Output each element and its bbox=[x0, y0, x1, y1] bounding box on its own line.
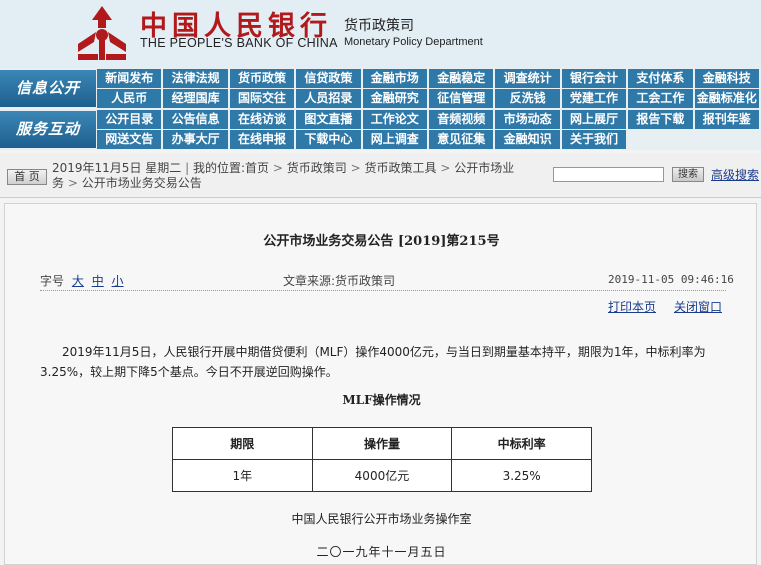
search-button[interactable]: 搜索 bbox=[672, 167, 704, 182]
nav-item[interactable]: 工作论文 bbox=[362, 110, 427, 129]
nav-item[interactable]: 下载中心 bbox=[296, 130, 361, 149]
nav-item[interactable]: 网上展厅 bbox=[561, 110, 627, 129]
print-page-link[interactable]: 打印本页 bbox=[608, 298, 656, 315]
font-size-label: 字号 bbox=[40, 274, 65, 288]
nav-item[interactable]: 法律法规 bbox=[163, 69, 228, 88]
nav-item[interactable]: 反洗钱 bbox=[495, 89, 560, 108]
nav-item[interactable]: 报告下载 bbox=[628, 110, 693, 129]
location-label: 我的位置: bbox=[192, 161, 246, 175]
main-nav: 信息公开 新闻发布 法律法规 货币政策 信贷政策 金融市场 金融稳定 调查统计 银行会计 支付体… bbox=[0, 68, 761, 150]
current-weekday: 星期二 bbox=[145, 161, 182, 175]
breadcrumb-item[interactable]: 首页 bbox=[245, 161, 269, 175]
signature-date: 二〇一九年十一月五日 bbox=[316, 545, 447, 559]
nav-item[interactable]: 在线访谈 bbox=[229, 110, 295, 129]
table-row: 1年 4000亿元 3.25% bbox=[172, 459, 592, 492]
nav-item[interactable]: 金融市场 bbox=[362, 69, 427, 88]
font-size-large[interactable]: 大 bbox=[72, 274, 84, 288]
mlf-table: 期限 操作量 中标利率 1年 4000亿元 3.25% bbox=[172, 427, 592, 492]
site-title-en: THE PEOPLE'S BANK OF CHINA bbox=[140, 36, 338, 50]
nav-item[interactable]: 网送文告 bbox=[97, 130, 162, 149]
home-button[interactable]: 首 页 bbox=[7, 169, 47, 185]
department-title-cn[interactable]: 货币政策司 bbox=[344, 15, 414, 35]
nav-items: 公开目录 公告信息 在线访谈 图文直播 工作论文 音频视频 市场动态 网上展厅 报告下载 报刊年鉴… bbox=[97, 110, 761, 150]
breadcrumb-item[interactable]: 货币政策司 bbox=[287, 161, 347, 175]
nav-item[interactable]: 支付体系 bbox=[628, 69, 693, 88]
nav-group-service: 服务互动 公开目录 公告信息 在线访谈 图文直播 工作论文 音频视频 市场动态 网上展厅 报告下… bbox=[0, 109, 761, 150]
nav-item[interactable]: 公开目录 bbox=[97, 110, 162, 129]
table-header: 期限 bbox=[172, 427, 313, 460]
nav-item[interactable]: 人员招录 bbox=[296, 89, 361, 108]
nav-item[interactable]: 公告信息 bbox=[163, 110, 228, 129]
nav-group-label: 信息公开 bbox=[0, 70, 96, 107]
nav-item[interactable]: 调查统计 bbox=[495, 69, 560, 88]
nav-item[interactable]: 图文直播 bbox=[296, 110, 361, 129]
nav-item[interactable]: 金融研究 bbox=[362, 89, 427, 108]
table-cell: 1年 bbox=[172, 459, 313, 492]
pboc-emblem-icon[interactable] bbox=[70, 2, 134, 62]
nav-item[interactable]: 银行会计 bbox=[561, 69, 627, 88]
nav-item[interactable]: 人民币 bbox=[97, 89, 162, 108]
nav-item[interactable]: 在线申报 bbox=[229, 130, 295, 149]
article-timestamp: 2019-11-05 09:46:16 bbox=[608, 273, 734, 286]
nav-item[interactable]: 办事大厅 bbox=[163, 130, 228, 149]
nav-group-label: 服务互动 bbox=[0, 111, 96, 148]
nav-item[interactable]: 网上调查 bbox=[362, 130, 427, 149]
table-cell: 4000亿元 bbox=[311, 459, 453, 492]
table-header: 中标利率 bbox=[451, 427, 592, 460]
nav-item[interactable]: 货币政策 bbox=[229, 69, 295, 88]
nav-item[interactable]: 党建工作 bbox=[561, 89, 627, 108]
divider bbox=[40, 290, 726, 291]
font-size-controls: 字号 大 中 小 bbox=[40, 272, 124, 289]
nav-item[interactable]: 信贷政策 bbox=[296, 69, 361, 88]
table-header-row: 期限 操作量 中标利率 bbox=[172, 427, 592, 460]
nav-item[interactable]: 金融稳定 bbox=[429, 69, 494, 88]
breadcrumb: 2019年11月5日 星期二 | 我的位置:首页 > 货币政策司 > 货币政策工… bbox=[52, 161, 515, 190]
font-size-small[interactable]: 小 bbox=[112, 274, 124, 288]
department-title-en: Monetary Policy Department bbox=[344, 36, 483, 48]
nav-item[interactable]: 关于我们 bbox=[561, 130, 627, 149]
nav-item[interactable]: 音频视频 bbox=[429, 110, 494, 129]
nav-item[interactable]: 金融知识 bbox=[495, 130, 560, 149]
article-body: 2019年11月5日，人民银行开展中期借贷便利（MLF）操作4000亿元，与当日… bbox=[40, 345, 706, 379]
table-title: MLF操作情况 bbox=[342, 393, 421, 407]
nav-item[interactable]: 市场动态 bbox=[495, 110, 560, 129]
article-source: 文章来源:货币政策司 bbox=[283, 274, 396, 288]
nav-item[interactable]: 国际交往 bbox=[229, 89, 295, 108]
breadcrumb-item[interactable]: 货币政策工具 bbox=[364, 161, 436, 175]
table-cell: 3.25% bbox=[451, 459, 592, 492]
advanced-search-link[interactable]: 高级搜索 bbox=[711, 166, 759, 183]
article-title: 公开市场业务交易公告 [2019]第215号 bbox=[263, 234, 500, 249]
nav-group-info: 信息公开 新闻发布 法律法规 货币政策 信贷政策 金融市场 金融稳定 调查统计 银行会计 支付体… bbox=[0, 68, 761, 109]
nav-item[interactable]: 金融标准化 bbox=[694, 89, 759, 108]
table-header: 操作量 bbox=[311, 427, 453, 460]
breadcrumb-item[interactable]: 公开市场业务交易公告 bbox=[82, 176, 202, 190]
nav-item[interactable]: 新闻发布 bbox=[97, 69, 162, 88]
nav-item[interactable]: 经理国库 bbox=[163, 89, 228, 108]
search-input[interactable] bbox=[553, 167, 664, 182]
site-header: 中国人民银行 THE PEOPLE'S BANK OF CHINA 货币政策司 … bbox=[0, 0, 761, 68]
nav-item[interactable]: 工会工作 bbox=[628, 89, 693, 108]
nav-items: 新闻发布 法律法规 货币政策 信贷政策 金融市场 金融稳定 调查统计 银行会计 支付体系 金融科技… bbox=[97, 69, 761, 109]
nav-item[interactable]: 报刊年鉴 bbox=[694, 110, 759, 129]
current-date: 2019年11月5日 bbox=[52, 161, 142, 175]
nav-item[interactable]: 征信管理 bbox=[429, 89, 494, 108]
nav-item[interactable]: 意见征集 bbox=[429, 130, 494, 149]
font-size-medium[interactable]: 中 bbox=[92, 274, 104, 288]
nav-item[interactable]: 金融科技 bbox=[694, 69, 759, 88]
signature-organization: 中国人民银行公开市场业务操作室 bbox=[291, 512, 472, 526]
article-panel: 公开市场业务交易公告 [2019]第215号 字号 大 中 小 文章来源:货币政… bbox=[4, 203, 757, 565]
close-window-link[interactable]: 关闭窗口 bbox=[674, 298, 722, 315]
